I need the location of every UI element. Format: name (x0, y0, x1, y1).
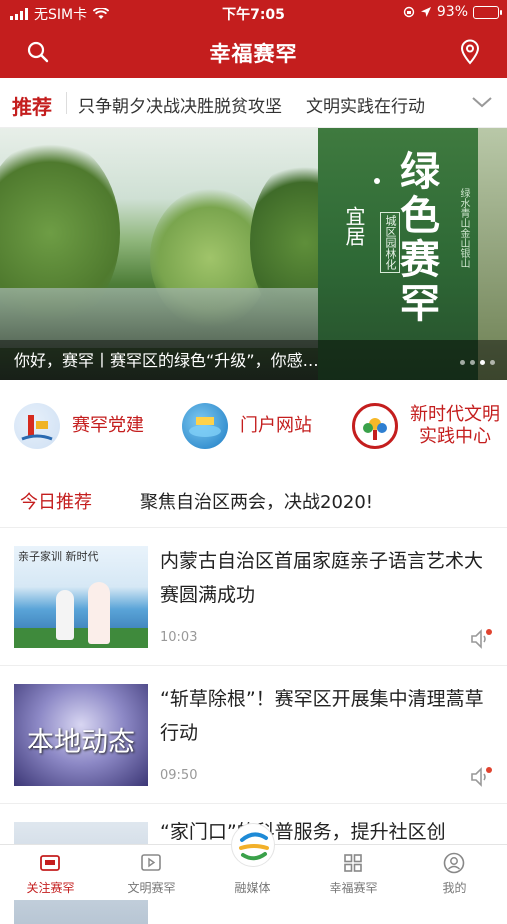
shortcut-label: 赛罕党建 (72, 415, 144, 436)
shortcut-label: 新时代文明 实践中心 (410, 404, 500, 448)
poster-right-text: 绿水青山金山银山 (458, 188, 469, 268)
ticker-item[interactable]: 只争朝夕决战决胜脱贫攻坚 (78, 97, 282, 117)
ticker-item[interactable]: 文明实践在行动 (306, 97, 425, 117)
rotation-lock-icon (403, 6, 415, 18)
poster-dot (374, 178, 380, 184)
news-title: “斩草除根”！赛罕区开展集中清理蒿草行动 (160, 688, 484, 744)
thumb-text: 亲子家训 新时代 (18, 550, 99, 563)
portal-globe-icon (182, 403, 228, 449)
tab-label: 融媒体 (234, 881, 271, 895)
thumb-stage-grass (14, 628, 148, 648)
poster-big-text: 绿色赛罕 (400, 148, 440, 327)
news-thumbnail: 本地动态 (14, 684, 148, 786)
news-title: “家门口”的科普服务，提升社区创 (160, 821, 446, 843)
civilization-center-icon (352, 403, 398, 449)
media-logo-icon[interactable] (231, 823, 275, 867)
bottom-tab-bar: 关注赛罕 文明赛罕 融媒体 幸福赛罕 我的 (0, 823, 507, 901)
tab-mine[interactable]: 我的 (404, 845, 505, 901)
battery-icon (473, 5, 502, 19)
news-title: 内蒙古自治区首届家庭亲子语言艺术大赛圆满成功 (160, 550, 484, 606)
recommend-tag: 推荐 (12, 95, 52, 119)
carousel-dot[interactable] (470, 360, 475, 365)
today-tag: 今日推荐 (20, 492, 92, 513)
poster-side-text: 城区园林化 (380, 212, 400, 273)
tab-label: 幸福赛罕 (329, 881, 378, 895)
poster-small-text: 宜居 (342, 206, 366, 246)
chevron-down-icon[interactable] (471, 93, 493, 111)
video-play-icon (141, 854, 161, 871)
status-bar: 无SIM卡 下午7:05 93% (0, 0, 507, 26)
news-thumbnail: 亲子家训 新时代 (14, 546, 148, 648)
recommend-ticker[interactable]: 推荐 只争朝夕决战决胜脱贫攻坚 文明实践在行动 (0, 78, 507, 128)
carousel-dot[interactable] (460, 360, 465, 365)
thumb-text: 本地动态 (27, 727, 135, 758)
ticker-fade (421, 78, 471, 127)
carousel-dot[interactable] (490, 360, 495, 365)
thumb-performer (56, 590, 74, 640)
tab-follow-saihan[interactable]: 关注赛罕 (0, 845, 101, 901)
news-icon (40, 855, 60, 871)
grid-apps-icon (344, 854, 362, 872)
carousel-dot-active[interactable] (480, 360, 485, 365)
tab-label: 关注赛罕 (26, 881, 75, 895)
ticker-divider (66, 92, 67, 114)
status-right: 93% (403, 4, 502, 20)
banner-photo-lake (0, 288, 330, 348)
banner-caption[interactable]: 你好，赛罕丨赛罕区的绿色“升级”，你感… (14, 347, 319, 371)
tab-label: 我的 (442, 881, 467, 895)
speaker-icon[interactable] (469, 628, 493, 650)
tab-label: 文明赛罕 (127, 881, 176, 895)
today-headline[interactable]: 聚焦自治区两会，决战2020! (140, 488, 373, 514)
banner-carousel[interactable]: 宜居 城区园林化 绿色赛罕 绿水青山金山银山 你好，赛罕丨赛罕区的绿色“升级”，… (0, 128, 507, 380)
news-time: 09:50 (160, 768, 198, 783)
ticker-items: 只争朝夕决战决胜脱贫攻坚 文明实践在行动 (78, 92, 468, 117)
party-building-icon (14, 403, 60, 449)
app-title: 幸福赛罕 (209, 42, 298, 66)
shortcut-label-line: 新时代文明 (410, 404, 500, 425)
user-profile-icon (443, 852, 465, 874)
location-pin-icon[interactable] (459, 39, 481, 65)
news-item[interactable]: 本地动态 “斩草除根”！赛罕区开展集中清理蒿草行动 09:50 (0, 666, 507, 804)
carousel-dots (460, 360, 495, 365)
speaker-icon[interactable] (469, 766, 493, 788)
battery-percent: 93% (436, 4, 468, 20)
today-recommend[interactable]: 今日推荐 聚焦自治区两会，决战2020! (0, 472, 507, 528)
shortcut-row: 赛罕党建 门户网站 新时代文明 实践中心 (0, 380, 507, 472)
thumb-performer (88, 582, 110, 644)
tab-civilization-saihan[interactable]: 文明赛罕 (101, 845, 202, 901)
shortcut-label-line: 实践中心 (419, 426, 491, 447)
portal-website-shortcut[interactable]: 门户网站 (182, 400, 312, 452)
location-arrow-icon (420, 7, 431, 17)
news-item[interactable]: 亲子家训 新时代 内蒙古自治区首届家庭亲子语言艺术大赛圆满成功 10:03 (0, 528, 507, 666)
shortcut-label: 门户网站 (240, 415, 312, 436)
tab-happy-saihan[interactable]: 幸福赛罕 (303, 845, 404, 901)
civilization-center-shortcut[interactable]: 新时代文明 实践中心 (352, 400, 500, 452)
news-time: 10:03 (160, 630, 198, 645)
app-header: 幸福赛罕 (0, 26, 507, 78)
party-building-shortcut[interactable]: 赛罕党建 (14, 400, 144, 452)
